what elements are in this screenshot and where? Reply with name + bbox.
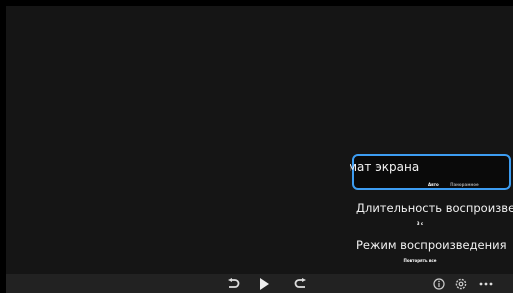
play-icon[interactable] bbox=[255, 274, 273, 293]
settings-panel: мат экрана Авто Панорамное Длительность … bbox=[350, 154, 513, 274]
settings-icon[interactable] bbox=[453, 274, 469, 293]
forward-icon[interactable] bbox=[292, 274, 310, 293]
setting-aspect-ratio-title: мат экрана bbox=[350, 160, 420, 174]
setting-playback-mode[interactable]: Режим воспроизведения Повторять все bbox=[350, 236, 513, 272]
setting-playback-duration-value: 3 с bbox=[416, 221, 424, 226]
option-auto[interactable]: Авто bbox=[428, 182, 439, 187]
setting-playback-duration[interactable]: Длительность воспроизведения 3 с bbox=[350, 199, 513, 231]
setting-playback-duration-title: Длительность воспроизведения bbox=[356, 201, 513, 215]
setting-playback-mode-value: Повторять все bbox=[403, 258, 437, 263]
slideshow-screen: мат экрана Авто Панорамное Длительность … bbox=[0, 0, 513, 293]
more-icon[interactable] bbox=[476, 274, 496, 293]
info-icon[interactable] bbox=[431, 274, 447, 293]
rewind-icon[interactable] bbox=[224, 274, 242, 293]
option-panoramic[interactable]: Панорамное bbox=[450, 182, 479, 187]
control-bar bbox=[6, 274, 513, 293]
aspect-ratio-options: Авто Панорамное bbox=[428, 182, 489, 187]
setting-aspect-ratio[interactable]: мат экрана Авто Панорамное bbox=[350, 154, 511, 190]
setting-playback-mode-title: Режим воспроизведения bbox=[356, 238, 507, 252]
